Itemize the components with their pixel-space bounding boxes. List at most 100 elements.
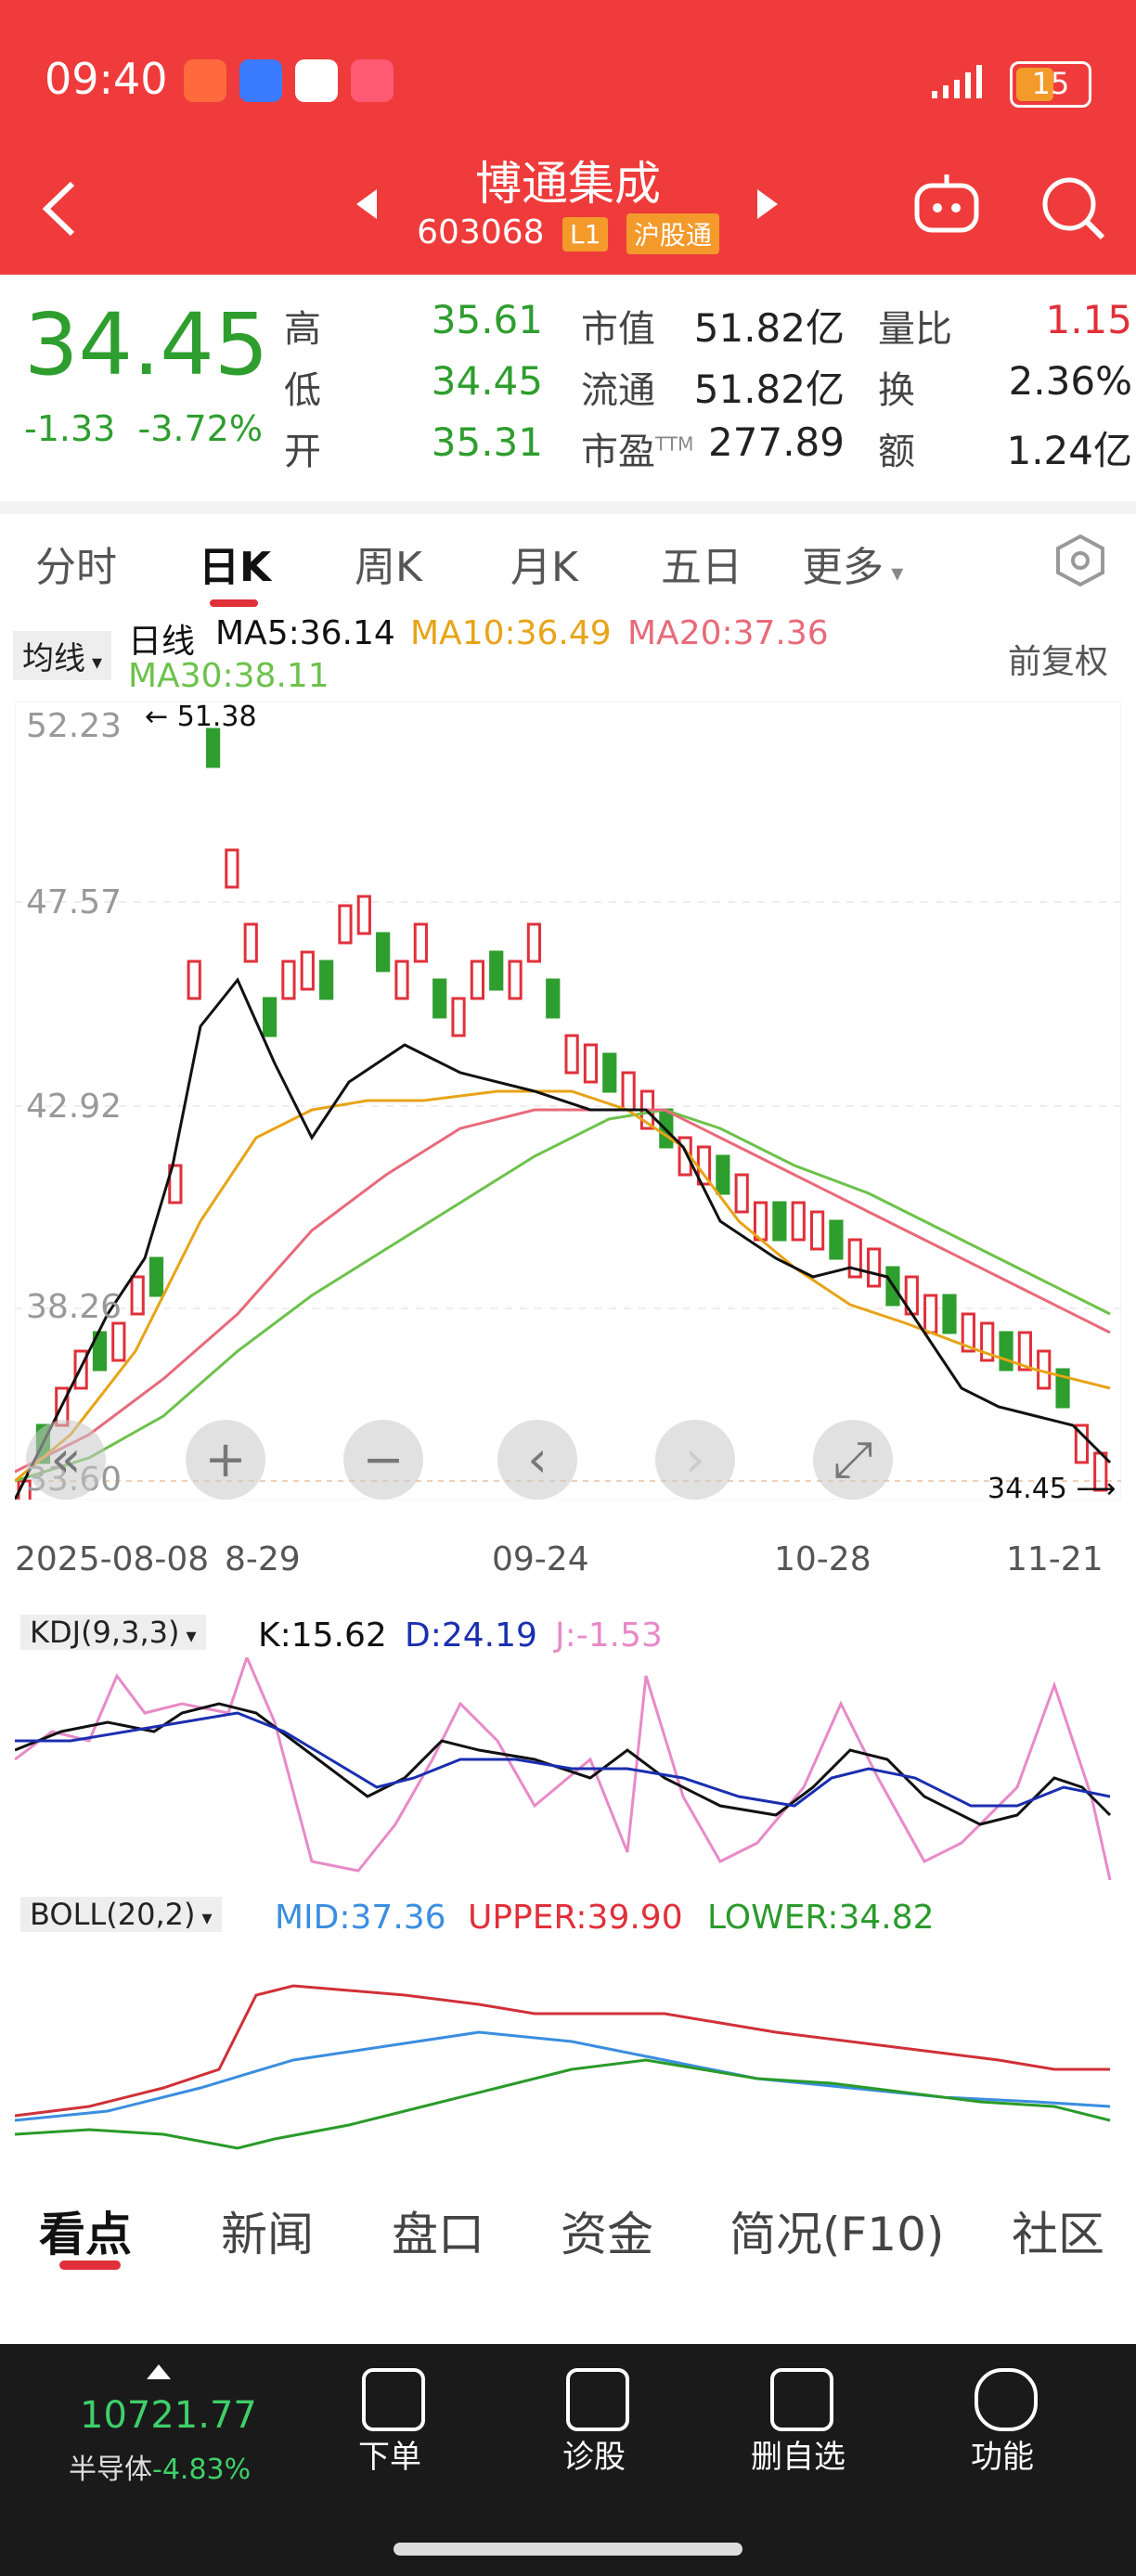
scroll-left-button[interactable]: ‹	[497, 1420, 577, 1500]
x-label-4: 10-28	[774, 1540, 871, 1578]
tab-intraday[interactable]: 分时	[35, 534, 117, 593]
tab-highlights[interactable]: 看点	[39, 2197, 132, 2264]
app-gallery-icon	[351, 59, 394, 102]
caret-up-icon[interactable]	[145, 2363, 173, 2385]
boll-upper: UPPER:39.90	[468, 1899, 683, 1937]
kline-chart[interactable]: ← 51.38 34.45 ⟶	[15, 702, 1121, 1500]
browser-icon	[295, 59, 338, 102]
pe-value: 277.89	[708, 419, 845, 465]
boll-chart	[15, 1984, 1111, 2150]
tab-weekly-k[interactable]: 周K	[355, 534, 422, 593]
caret-down-icon: ▾	[179, 1625, 197, 1648]
market-tag: 沪股通	[626, 213, 719, 254]
nav-order[interactable]: 下单	[316, 2431, 464, 2477]
volume-ratio-label: 量比	[878, 308, 952, 351]
diagnosis-icon	[566, 2368, 629, 2431]
kdj-d-line	[15, 1711, 1111, 1808]
robot-assistant-button[interactable]	[911, 173, 982, 241]
x-label-2: 8-29	[225, 1540, 301, 1578]
boll-selector-label: BOLL(20,2)	[30, 1897, 196, 1932]
boll-lower: LOWER:34.82	[707, 1899, 935, 1937]
float-value: 51.82亿	[693, 367, 845, 412]
tab-five-day[interactable]: 五日	[661, 534, 742, 593]
candle	[942, 1294, 957, 1334]
candle	[432, 978, 447, 1019]
candle	[829, 1219, 844, 1260]
ma30-value: MA30:38.11	[128, 657, 329, 695]
candle	[772, 1201, 787, 1242]
signal-icon	[928, 65, 989, 98]
price-change: -1.33 -3.72%	[24, 408, 263, 449]
tab-community[interactable]: 社区	[1012, 2197, 1104, 2264]
boll-mid: MID:37.36	[275, 1899, 446, 1937]
y-label-2: 47.57	[26, 883, 123, 921]
chart-settings-button[interactable]	[1052, 533, 1108, 592]
level-tag: L1	[562, 216, 609, 251]
high-price-marker: ← 51.38	[145, 702, 257, 733]
index-pct: -4.83%	[152, 2454, 252, 2486]
nav-functions[interactable]: 功能	[928, 2431, 1077, 2477]
tab-capital[interactable]: 资金	[561, 2197, 653, 2264]
adjust-mode[interactable]: 前复权	[1008, 635, 1108, 683]
home-indicator	[394, 2543, 742, 2556]
low-value: 34.45	[431, 358, 543, 404]
zoom-out-button[interactable]: −	[343, 1420, 423, 1500]
kdj-selector-label: KDJ(9,3,3)	[30, 1615, 180, 1650]
nav-remove-watchlist[interactable]: 删自选	[724, 2431, 872, 2477]
search-button[interactable]	[1038, 173, 1108, 247]
pe-label: 市盈TTM	[581, 421, 693, 475]
fullscreen-button[interactable]: ⤢	[813, 1420, 893, 1500]
turnover-label: 换	[878, 369, 915, 412]
turnover-value: 2.36%	[1008, 358, 1132, 404]
tab-monthly-k[interactable]: 月K	[510, 534, 578, 593]
ma-selector[interactable]: 均线 ▾	[13, 631, 112, 680]
boll-mid-line	[15, 2030, 1111, 2122]
amount-value: 1.24亿	[1006, 428, 1132, 473]
index-value[interactable]: 10721.77	[80, 2394, 257, 2437]
high-label: 高	[284, 308, 321, 351]
tab-profile-f10[interactable]: 简况(F10)	[729, 2197, 944, 2264]
scroll-start-button[interactable]: «	[26, 1420, 106, 1500]
candle	[716, 1154, 730, 1195]
active-tab-indicator	[210, 599, 258, 607]
app-notification-icon	[184, 59, 226, 102]
tab-daily-k[interactable]: 日K	[199, 534, 271, 593]
kdj-j: J:-1.53	[555, 1616, 663, 1655]
candle	[148, 1256, 164, 1297]
caret-down-icon: ▾	[884, 560, 904, 587]
zoom-in-button[interactable]: +	[186, 1420, 265, 1500]
status-time: 09:40	[45, 54, 168, 104]
amount-label: 额	[878, 431, 915, 473]
nav-diagnosis[interactable]: 诊股	[520, 2431, 668, 2477]
tab-more-label: 更多	[802, 544, 884, 591]
scroll-right-button[interactable]: ›	[655, 1420, 735, 1500]
candle	[319, 960, 334, 1000]
remove-watchlist-icon	[770, 2368, 833, 2431]
y-label-1: 52.23	[26, 707, 123, 745]
boll-lower-line	[15, 2058, 1111, 2150]
x-label-5: 11-21	[1006, 1540, 1104, 1578]
ma5-value: MA5:36.14	[215, 614, 395, 652]
high-value: 35.61	[431, 297, 543, 342]
index-name-pct[interactable]: 半导体-4.83%	[69, 2446, 251, 2487]
index-name: 半导体	[69, 2454, 152, 2486]
battery-icon: 15	[1010, 61, 1091, 108]
y-label-4: 38.26	[26, 1288, 123, 1326]
stock-code: 603068	[417, 213, 545, 251]
mktcap-value: 51.82亿	[693, 305, 845, 351]
last-price: 34.45	[24, 295, 269, 394]
boll-selector[interactable]: BOLL(20,2) ▾	[20, 1897, 222, 1932]
change-percent: -3.72%	[137, 408, 263, 449]
tab-news[interactable]: 新闻	[221, 2197, 314, 2264]
volume-ratio-value: 1.15	[1045, 297, 1132, 342]
caret-down-icon: ▾	[195, 1907, 213, 1930]
float-label: 流通	[581, 369, 655, 412]
candle	[602, 1052, 617, 1093]
kdj-selector[interactable]: KDJ(9,3,3) ▾	[20, 1615, 206, 1650]
last-price-marker: 34.45 ⟶	[988, 1473, 1116, 1500]
tab-more[interactable]: 更多 ▾	[802, 534, 903, 593]
y-label-3: 42.92	[26, 1088, 123, 1126]
tab-order-book[interactable]: 盘口	[392, 2197, 484, 2264]
search-icon	[1042, 177, 1105, 240]
order-icon	[362, 2368, 425, 2431]
